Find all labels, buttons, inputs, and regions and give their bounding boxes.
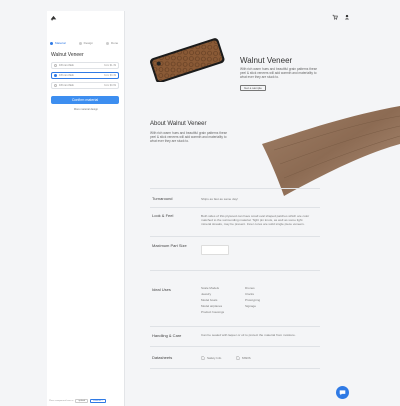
thickness-option-1[interactable]: 0.8 mm thick from $1.39	[51, 62, 119, 69]
divider	[150, 270, 320, 271]
use-item: Drones	[245, 286, 255, 290]
chat-icon	[339, 390, 346, 396]
max-part-size-box	[201, 245, 229, 255]
user-icon[interactable]	[344, 14, 350, 20]
ideal-uses-list: Scale Models Drones Jewelry Clocks Model…	[201, 286, 275, 314]
about-title: About Walnut Veneer	[150, 121, 207, 127]
ideal-uses-label: Ideal Uses	[152, 287, 171, 292]
divider	[150, 188, 320, 189]
about-description: With rich warm hues and beautiful grain …	[150, 131, 228, 143]
more-materials-link[interactable]: More material design	[47, 108, 125, 111]
handling-care-value: Can be sealed with laquer or oil to prot…	[201, 333, 296, 337]
datasheets-label: Datasheets	[152, 355, 173, 360]
divider	[150, 207, 320, 208]
material-sidebar: Material Design Done Walnut Veneer 0.8 m…	[47, 11, 125, 406]
thickness-option-3[interactable]: 0.8 mm thick from $0.69	[51, 82, 119, 89]
turnaround-value: Ships as fast as same day!	[201, 197, 238, 201]
step-dot-icon	[78, 41, 82, 45]
hero-description: With rich warm hues and beautiful grain …	[240, 67, 318, 79]
thickness-option-2[interactable]: 0.8 mm thick from $0.49	[51, 72, 119, 79]
get-sample-button[interactable]: Get a sample	[240, 85, 266, 91]
tab-material[interactable]: Material	[50, 39, 66, 47]
cart-icon[interactable]	[332, 14, 338, 20]
msds-link[interactable]: MSDS	[236, 356, 251, 360]
logo-icon[interactable]	[50, 15, 57, 21]
turnaround-label: Turnaround	[152, 196, 173, 201]
divider	[150, 368, 320, 369]
use-item: Clocks	[245, 292, 255, 296]
sidebar-footer: Place component here or upload continue …	[49, 398, 123, 403]
divider	[150, 236, 320, 237]
hero-title: Walnut Veneer	[240, 56, 293, 65]
material-title: Walnut Veneer	[51, 52, 84, 58]
tab-design[interactable]: Design	[78, 39, 93, 47]
confirm-material-button[interactable]: Confirm material	[51, 96, 119, 104]
use-item: Jewelry	[201, 292, 212, 296]
divider	[150, 346, 320, 347]
look-feel-label: Look & Feel	[152, 213, 174, 218]
product-phone-image	[150, 38, 225, 82]
look-feel-value: Both sides of this plywood can have smal…	[201, 214, 310, 226]
step-dot-icon	[50, 41, 53, 45]
document-icon	[201, 356, 205, 360]
divider	[150, 326, 320, 327]
use-item: Scale Models	[201, 286, 220, 290]
upload-button[interactable]: upload	[75, 398, 89, 403]
chat-button[interactable]	[336, 386, 349, 399]
veneer-sheet-image	[262, 106, 400, 196]
radio-icon	[54, 64, 57, 67]
step-dot-icon	[106, 41, 110, 45]
handling-care-label: Handling & Care	[152, 333, 182, 338]
tab-done[interactable]: Done	[106, 39, 118, 47]
max-part-size-label: Maximum Part Size	[152, 243, 187, 248]
document-icon	[236, 356, 240, 360]
use-item: Signage	[245, 304, 257, 308]
use-item: Model boats	[201, 298, 218, 302]
use-item: Product housings	[201, 310, 225, 314]
footer-text: Place component here or	[49, 399, 74, 402]
use-item: Model airplanes	[201, 304, 223, 308]
use-item: Prototyping	[245, 298, 261, 302]
continue-button[interactable]: continue ›	[90, 398, 106, 403]
radio-icon	[54, 74, 57, 77]
safety-info-link[interactable]: Safety Info	[201, 356, 221, 360]
radio-icon	[54, 84, 57, 87]
step-tabs: Material Design Done	[50, 39, 122, 47]
